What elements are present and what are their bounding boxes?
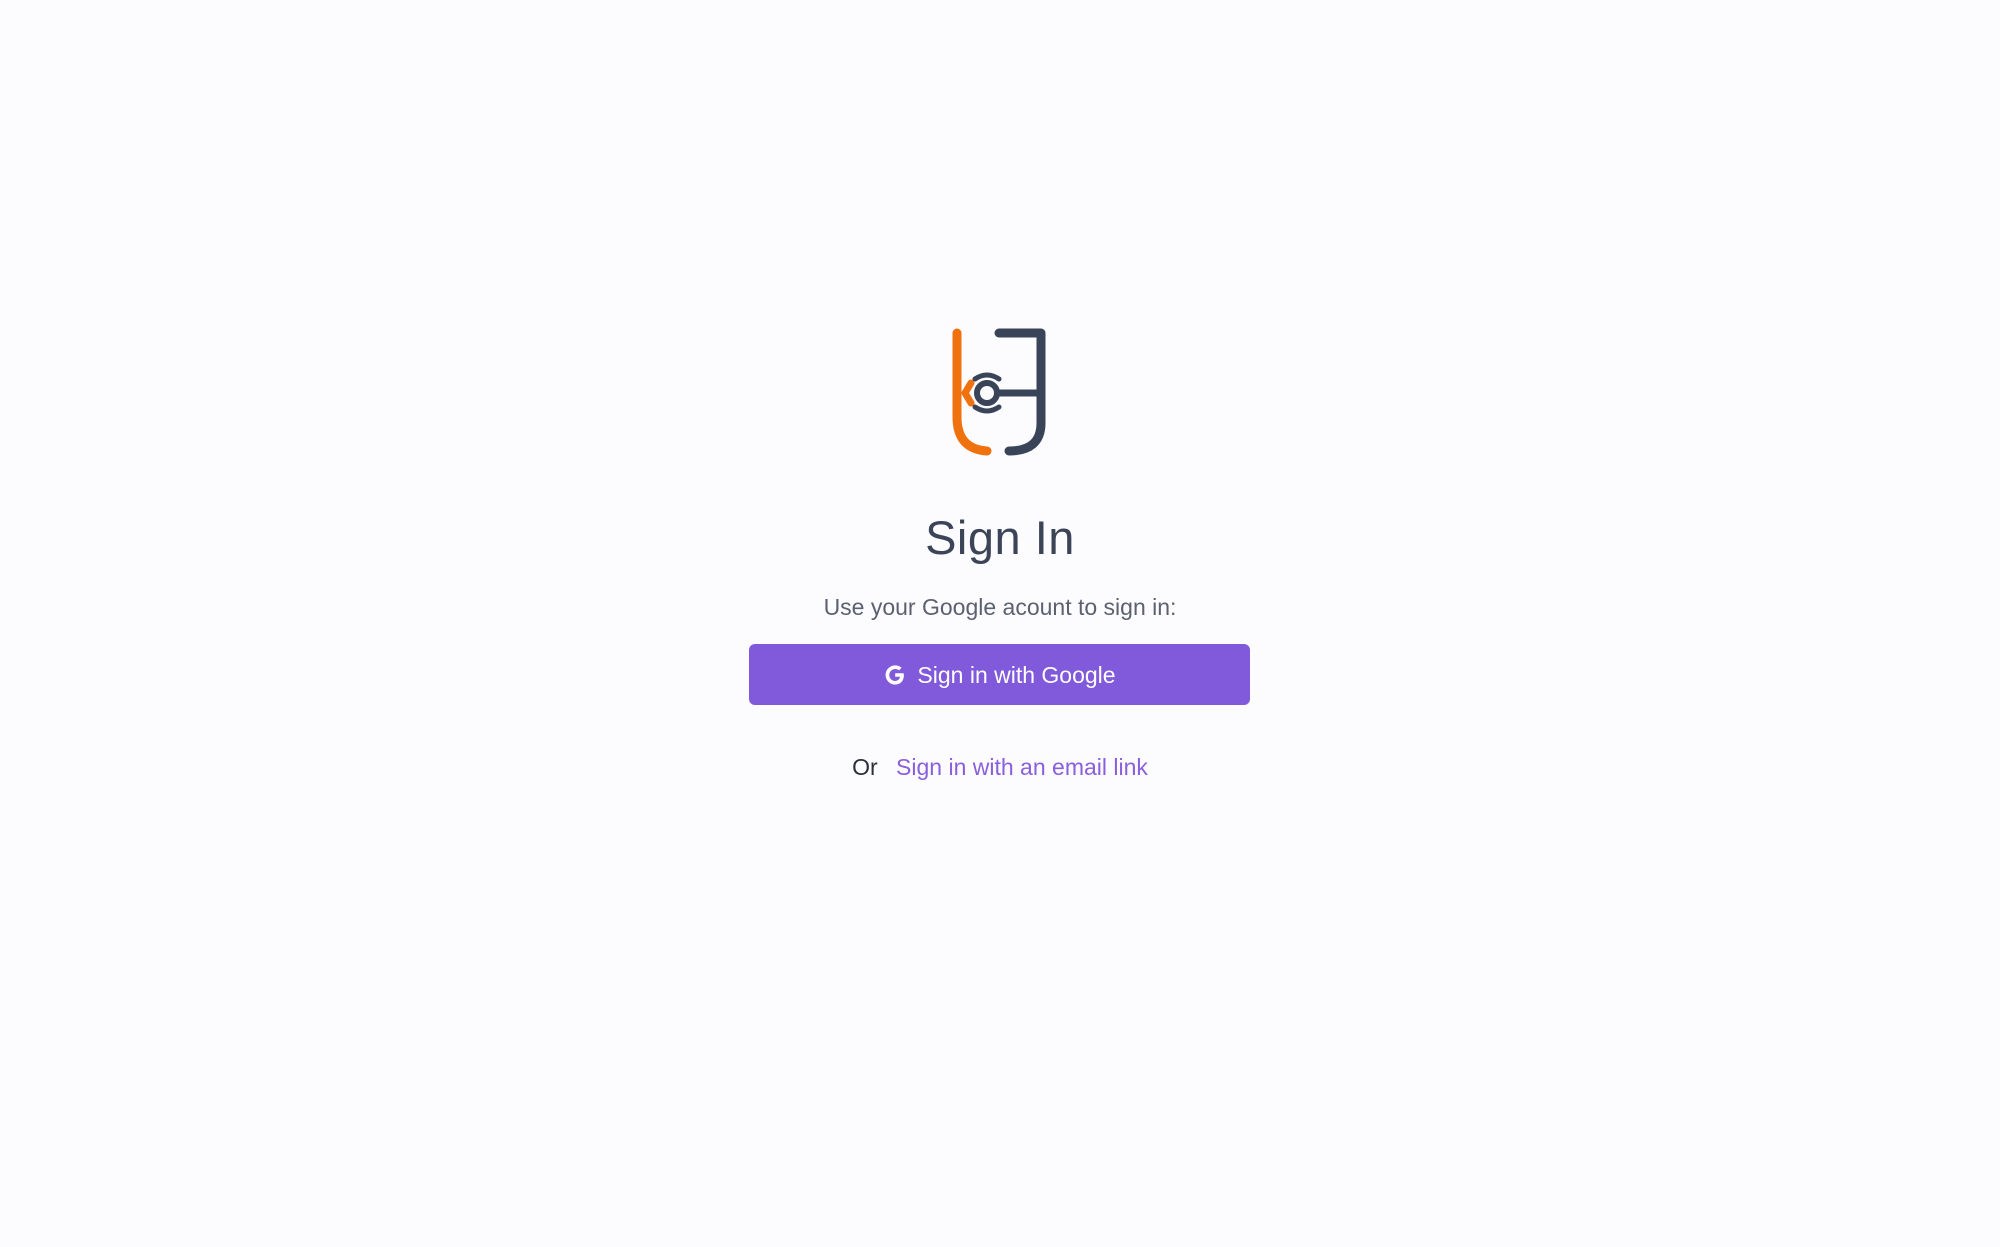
or-label: Or: [852, 754, 878, 780]
sign-in-page: Sign In Use your Google acount to sign i…: [0, 0, 2000, 1247]
brand-logo-icon: [949, 327, 1049, 457]
google-button-label: Sign in with Google: [917, 661, 1116, 688]
google-g-icon: [883, 663, 907, 687]
sign-in-with-google-button[interactable]: Sign in with Google: [749, 644, 1250, 705]
email-link-signin-link[interactable]: Sign in with an email link: [896, 754, 1148, 780]
page-title: Sign In: [925, 511, 1075, 564]
signin-instructions: Use your Google acount to sign in:: [823, 594, 1177, 620]
alternative-signin-row: Or Sign in with an email link: [0, 752, 2000, 782]
